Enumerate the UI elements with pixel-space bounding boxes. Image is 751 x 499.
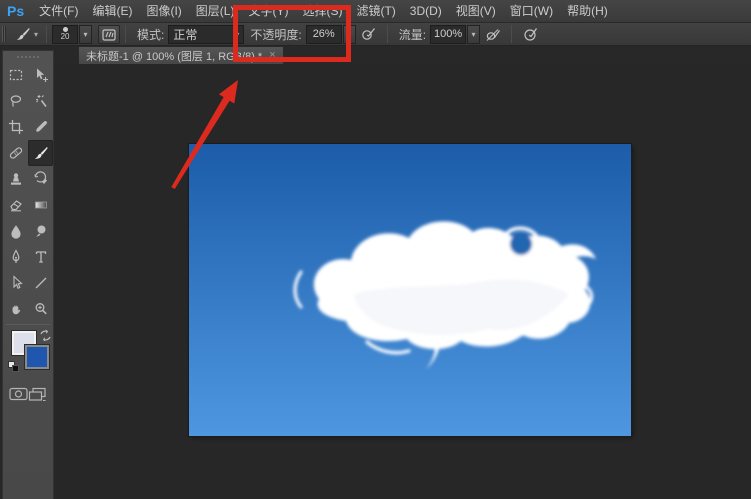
pressure-size-icon[interactable] xyxy=(519,25,541,44)
default-colors-icon[interactable] xyxy=(8,361,19,372)
menu-image[interactable]: 图像(I) xyxy=(139,0,188,22)
brush-preset-dropdown-button[interactable]: ▾ xyxy=(79,25,92,44)
tool-clone-stamp[interactable] xyxy=(3,166,28,192)
tool-brush[interactable] xyxy=(28,140,53,166)
tool-rectangular-marquee[interactable] xyxy=(3,62,28,88)
menu-view[interactable]: 视图(V) xyxy=(449,0,503,22)
tool-blur[interactable] xyxy=(3,218,28,244)
tool-pen[interactable] xyxy=(3,244,28,270)
flow-value: 100% xyxy=(434,28,462,40)
menu-file[interactable]: 文件(F) xyxy=(32,0,85,22)
history-brush-icon xyxy=(33,171,49,187)
brush-size-value: 20 xyxy=(61,33,70,41)
lasso-icon xyxy=(8,93,24,109)
separator xyxy=(46,25,47,43)
sky-cloud-image xyxy=(189,144,631,436)
eraser-icon xyxy=(8,197,24,213)
tool-magic-wand[interactable] xyxy=(28,88,53,114)
tool-move[interactable] xyxy=(28,62,53,88)
dodge-icon xyxy=(33,223,49,239)
tool-gradient[interactable] xyxy=(28,192,53,218)
flow-dropdown-button[interactable]: ▾ xyxy=(467,25,480,44)
tool-crop[interactable] xyxy=(3,114,28,140)
tool-path-selection[interactable] xyxy=(3,270,28,296)
tool-zoom[interactable] xyxy=(28,296,53,322)
swap-colors-icon[interactable] xyxy=(39,329,53,342)
tool-hand[interactable] xyxy=(3,296,28,322)
toolbar-drag-handle[interactable] xyxy=(17,53,39,60)
path-selection-icon xyxy=(8,275,24,291)
hand-icon xyxy=(8,301,24,317)
menu-bar: Ps 文件(F) 编辑(E) 图像(I) 图层(L) 文字(Y) 选择(S) 滤… xyxy=(0,0,751,23)
menu-window[interactable]: 窗口(W) xyxy=(503,0,560,22)
separator xyxy=(387,25,388,43)
menu-3d[interactable]: 3D(D) xyxy=(403,0,449,22)
default-bg xyxy=(12,365,19,372)
tool-preset-button[interactable]: ▾ xyxy=(11,25,41,43)
divider xyxy=(6,324,50,325)
pressure-opacity-icon[interactable] xyxy=(358,25,380,44)
tool-dodge[interactable] xyxy=(28,218,53,244)
menu-edit[interactable]: 编辑(E) xyxy=(85,0,139,22)
zoom-icon xyxy=(33,301,49,317)
tool-line[interactable] xyxy=(28,270,53,296)
healing-brush-icon xyxy=(7,145,25,161)
options-bar: ▾ 20 ▾ 模式: 正常 ▾ 不透明度: 26% ▾ xyxy=(0,23,751,46)
annotation-highlight-box xyxy=(233,5,351,62)
brush-icon xyxy=(33,145,49,161)
options-bar-grip[interactable] xyxy=(2,26,6,42)
tools-panel xyxy=(2,50,54,499)
gradient-icon xyxy=(33,197,49,213)
screen-mode-button[interactable] xyxy=(28,387,47,401)
flow-label: 流量: xyxy=(399,26,426,43)
flow-field[interactable]: 100% xyxy=(430,25,466,44)
tool-history-brush[interactable] xyxy=(28,166,53,192)
mode-value: 正常 xyxy=(173,26,197,43)
clone-stamp-icon xyxy=(8,171,24,187)
blur-icon xyxy=(8,223,24,239)
airbrush-icon[interactable] xyxy=(482,25,504,44)
eyedropper-icon xyxy=(33,119,49,135)
quick-mask-button[interactable] xyxy=(9,387,28,401)
pen-icon xyxy=(8,249,24,265)
tool-eraser[interactable] xyxy=(3,192,28,218)
line-icon xyxy=(33,275,49,291)
chevron-down-icon: ▾ xyxy=(34,30,38,39)
type-icon xyxy=(33,249,49,265)
background-color-swatch[interactable] xyxy=(25,345,49,369)
tool-healing-brush[interactable] xyxy=(3,140,28,166)
magic-wand-icon xyxy=(33,93,49,109)
brush-preset-picker[interactable]: 20 ▾ xyxy=(52,25,92,44)
tab-bar: 未标题-1 @ 100% (图层 1, RGB/8) * × xyxy=(0,46,751,64)
move-icon xyxy=(33,67,49,83)
tool-eyedropper[interactable] xyxy=(28,114,53,140)
mode-label: 模式: xyxy=(137,26,164,43)
brush-panel-icon xyxy=(102,28,116,41)
separator xyxy=(511,25,512,43)
ps-logo: Ps xyxy=(0,3,32,19)
menu-filter[interactable]: 滤镜(T) xyxy=(349,0,402,22)
color-swatches xyxy=(3,329,53,381)
rectangular-marquee-icon xyxy=(8,67,24,83)
separator xyxy=(125,25,126,43)
crop-icon xyxy=(8,119,24,135)
photoshop-window: Ps 文件(F) 编辑(E) 图像(I) 图层(L) 文字(Y) 选择(S) 滤… xyxy=(0,0,751,499)
brush-tool-icon xyxy=(14,26,32,42)
document-canvas[interactable] xyxy=(189,144,631,436)
toggle-brush-panel-button[interactable] xyxy=(98,25,120,44)
tool-type[interactable] xyxy=(28,244,53,270)
tool-lasso[interactable] xyxy=(3,88,28,114)
menu-help[interactable]: 帮助(H) xyxy=(560,0,615,22)
